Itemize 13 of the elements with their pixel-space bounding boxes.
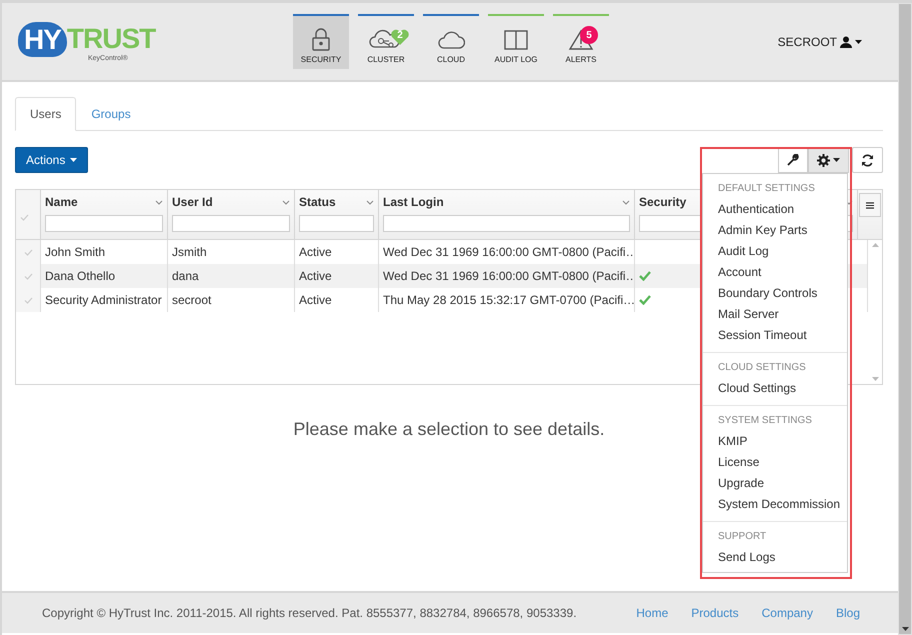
menu-heading: DEFAULT SETTINGS	[717, 182, 816, 196]
empty-message: Please make a selection to see details.	[293, 419, 605, 440]
copyright-text: Copyright © HyTrust Inc. 2011-2015. All rights reserved. Pat. 8555377, 8832784, 8966578, 9053339.	[42, 606, 577, 620]
logo-wordmark: HY TRUST	[18, 22, 156, 56]
count-badge: 2	[390, 28, 410, 46]
menu-heading: SUPPORT	[717, 530, 768, 544]
table-cell: Thu May 28 2015 15:32:17 GMT-0700 (Pacifi…	[379, 288, 635, 312]
count-badge: 5	[580, 26, 598, 44]
table-cell: Security Administrator	[41, 288, 168, 312]
table-cell: Active	[295, 288, 379, 312]
menu-heading: SYSTEM SETTINGS	[717, 414, 813, 428]
table-cell: secroot	[168, 288, 295, 312]
menu-heading: CLOUD SETTINGS	[717, 361, 807, 375]
